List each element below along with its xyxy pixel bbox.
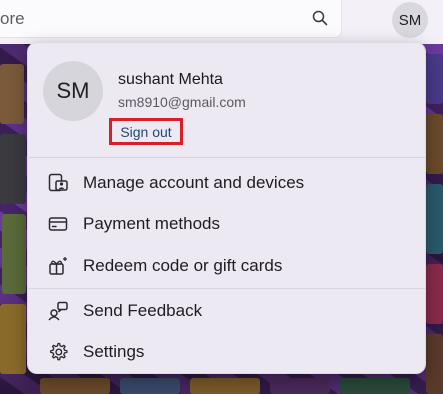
account-avatar-button[interactable]: SM — [392, 2, 428, 38]
profile-name: sushant Mehta — [118, 71, 223, 88]
profile-avatar: SM — [43, 61, 103, 121]
menu-item-payment-methods[interactable]: Payment methods — [28, 204, 425, 244]
search-box[interactable]: ore — [0, 0, 342, 38]
top-bar: ore SM — [0, 0, 443, 44]
art-tile — [340, 378, 410, 394]
menu-item-label: Redeem code or gift cards — [83, 256, 283, 275]
menu-item-manage-account[interactable]: Manage account and devices — [28, 163, 425, 203]
art-tile — [426, 264, 443, 324]
art-tile — [0, 134, 26, 204]
art-tile — [426, 54, 443, 104]
art-tile — [0, 64, 24, 124]
menu-item-redeem-code[interactable]: Redeem code or gift cards — [28, 246, 425, 286]
credit-card-icon — [47, 213, 69, 235]
profile-email: sm8910@gmail.com — [118, 94, 246, 110]
art-tile — [120, 378, 180, 394]
search-icon[interactable] — [311, 9, 329, 27]
gift-redeem-icon — [47, 255, 69, 277]
account-devices-icon — [47, 172, 69, 194]
art-tile — [426, 334, 443, 394]
account-flyout: SM sushant Mehta sm8910@gmail.com Sign o… — [27, 42, 426, 374]
menu-item-label: Manage account and devices — [83, 173, 305, 192]
search-input-text: ore — [0, 9, 25, 28]
menu-item-settings[interactable]: Settings — [28, 332, 425, 372]
gear-icon — [47, 341, 69, 363]
art-tile — [270, 378, 330, 394]
divider — [29, 157, 426, 158]
menu-item-label: Payment methods — [83, 214, 221, 233]
feedback-icon — [47, 300, 69, 322]
menu-item-label: Settings — [83, 342, 145, 361]
art-tile — [426, 114, 443, 174]
sign-out-button[interactable]: Sign out — [109, 118, 183, 145]
art-tile — [0, 304, 26, 374]
art-tile — [426, 184, 443, 254]
art-tile — [190, 378, 260, 394]
divider — [29, 288, 426, 289]
menu-item-label: Send Feedback — [83, 301, 203, 320]
art-tile — [40, 378, 110, 394]
menu-item-send-feedback[interactable]: Send Feedback — [28, 291, 425, 331]
art-tile — [2, 214, 26, 294]
